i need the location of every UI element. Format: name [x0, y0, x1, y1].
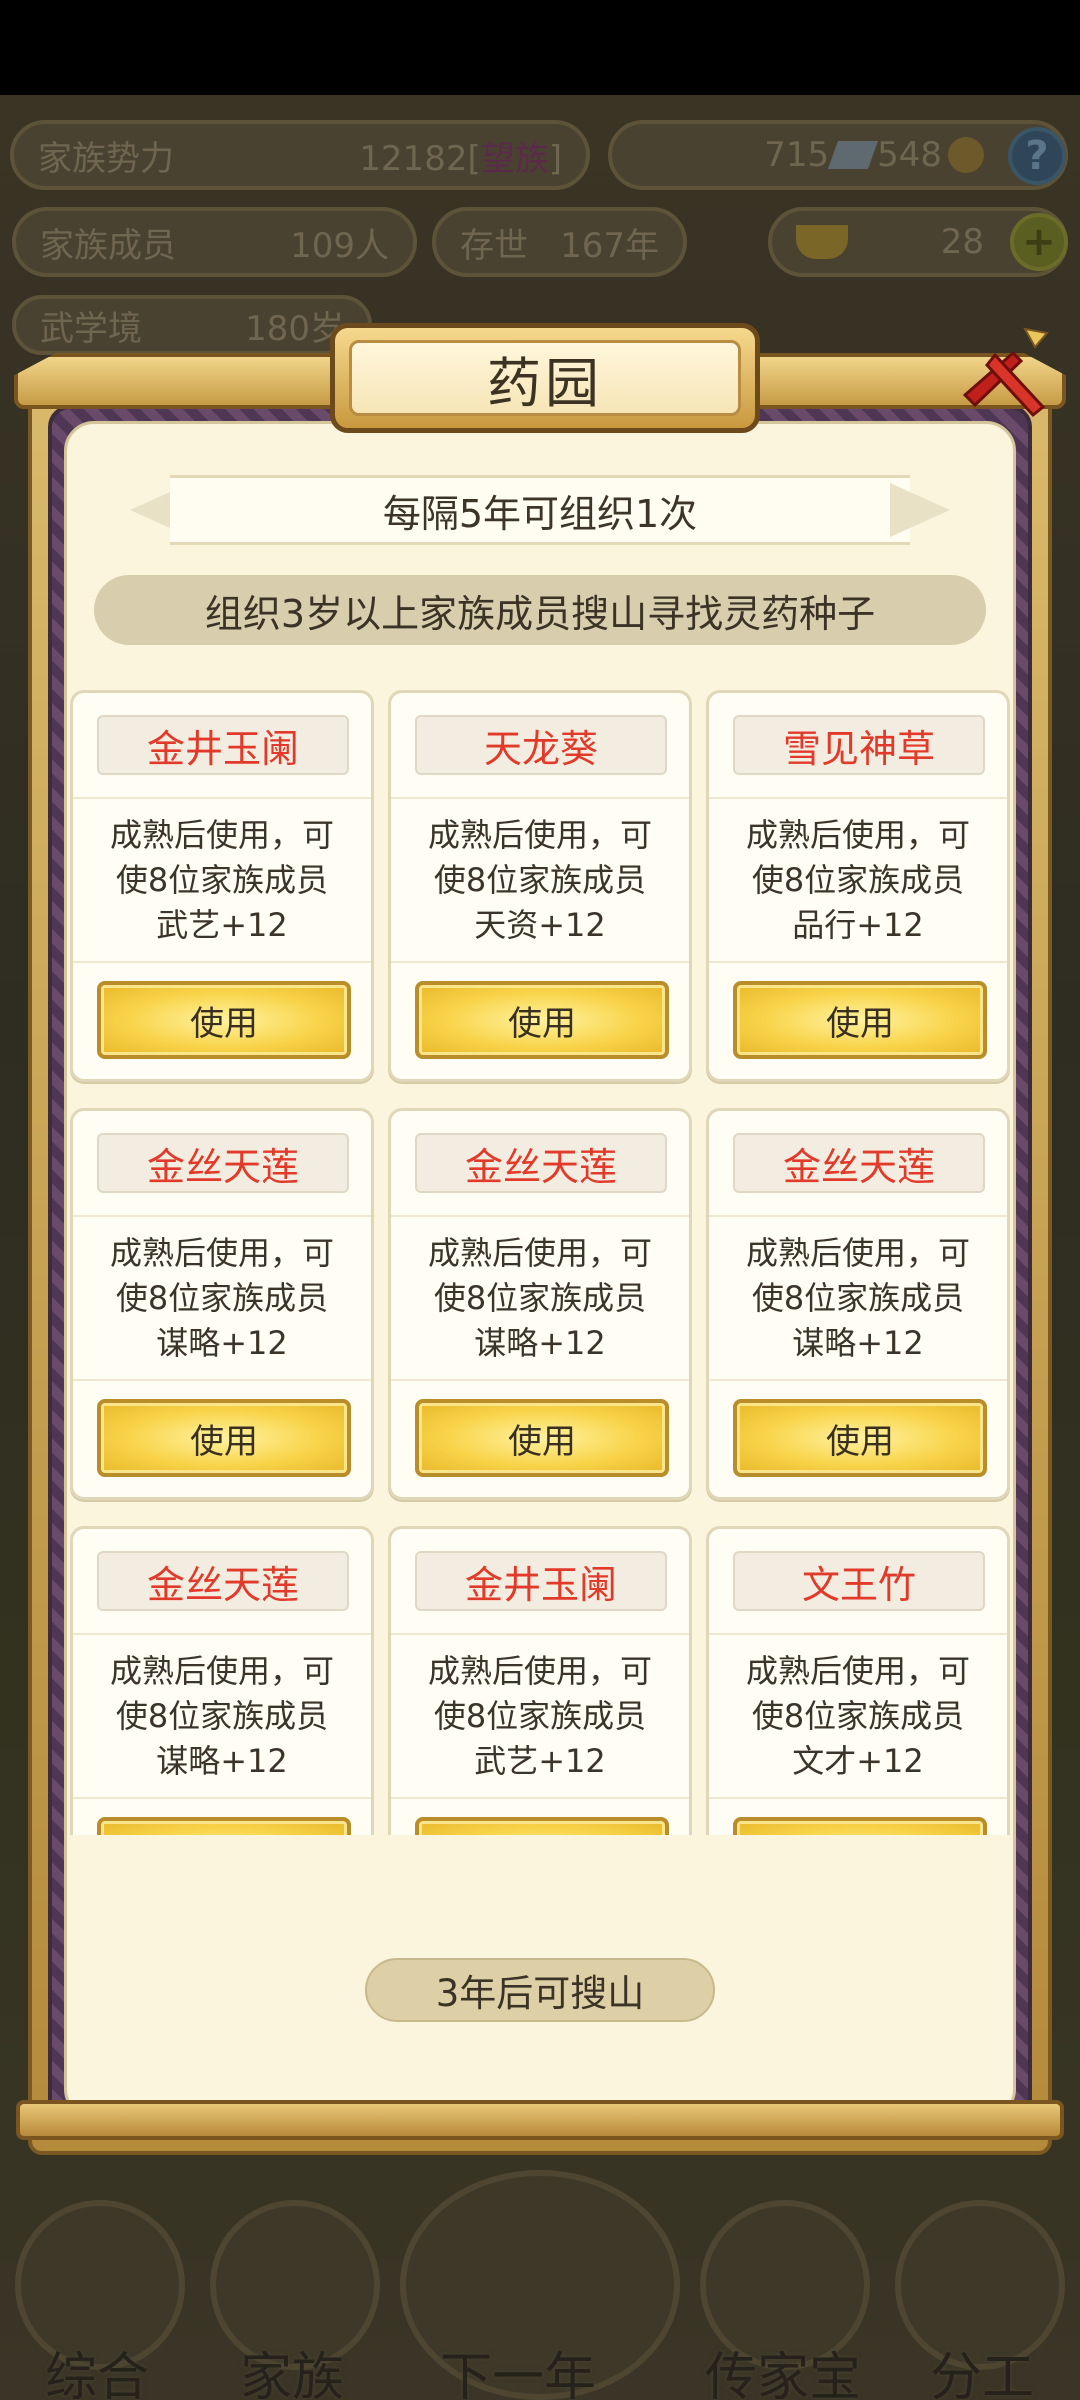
use-button[interactable]: 使用: [733, 1817, 987, 1835]
resource-b-value: 548: [877, 135, 942, 175]
herb-card: 金丝天莲 成熟后使用，可 使8位家族成员 谋略+12 使用: [388, 1108, 692, 1500]
description-pill: 组织3岁以上家族成员搜山寻找灵药种子: [94, 575, 986, 645]
silver-ingot-icon: [827, 141, 879, 169]
close-icon[interactable]: [955, 325, 1051, 425]
herb-description: 成熟后使用，可 使8位家族成员 天资+12: [427, 816, 652, 944]
nav-next-year-label: 下一年: [440, 2348, 597, 2400]
herb-name: 金丝天莲: [733, 1133, 985, 1193]
clan-power-value: 12182[望族]: [359, 138, 562, 179]
use-button[interactable]: 使用: [733, 1399, 987, 1477]
years-label: 存世: [460, 225, 528, 266]
frequency-text: 每隔5年可组织1次: [382, 491, 698, 536]
herb-name: 金丝天莲: [415, 1133, 667, 1193]
herb-description: 成熟后使用，可 使8位家族成员 武艺+12: [109, 816, 334, 944]
herb-description: 成熟后使用，可 使8位家族成员 谋略+12: [109, 1652, 334, 1780]
use-button[interactable]: 使用: [97, 981, 351, 1059]
herb-name: 金丝天莲: [97, 1133, 349, 1193]
add-icon[interactable]: +: [1010, 213, 1068, 271]
dialog-title: 药园: [487, 351, 603, 415]
years-pill: 存世 167年: [432, 207, 687, 277]
herb-description: 成熟后使用，可 使8位家族成员 武艺+12: [427, 1652, 652, 1780]
herb-card: 文王竹 成熟后使用，可 使8位家族成员 文才+12 使用: [706, 1526, 1010, 1835]
use-button[interactable]: 使用: [97, 1399, 351, 1477]
herb-name: 金丝天莲: [97, 1551, 349, 1611]
herb-description: 成熟后使用，可 使8位家族成员 文才+12: [745, 1652, 970, 1780]
herb-list[interactable]: 金井玉阑 成熟后使用，可 使8位家族成员 武艺+12 使用 天龙葵 成熟后使用，…: [64, 690, 1016, 1835]
herb-card: 雪见神草 成熟后使用，可 使8位家族成员 品行+12 使用: [706, 690, 1010, 1082]
clan-power-label: 家族势力: [38, 138, 174, 179]
herb-description: 成熟后使用，可 使8位家族成员 谋略+12: [427, 1234, 652, 1362]
use-button[interactable]: 使用: [415, 981, 669, 1059]
resource-a-value: 715: [764, 135, 830, 175]
use-button[interactable]: 使用: [415, 1399, 669, 1477]
clan-rank-tag: 望族: [480, 138, 549, 179]
martial-label: 武学境: [40, 308, 142, 349]
herb-card: 金井玉阑 成熟后使用，可 使8位家族成员 武艺+12 使用: [70, 690, 374, 1082]
herb-name: 金井玉阑: [97, 715, 349, 775]
herb-card: 金井玉阑 成熟后使用，可 使8位家族成员 武艺+12 使用: [388, 1526, 692, 1835]
nav-general-label: 综合: [45, 2348, 150, 2400]
members-value: 109人: [290, 225, 389, 266]
herb-card: 金丝天莲 成熟后使用，可 使8位家族成员 谋略+12 使用: [70, 1108, 374, 1500]
nav-heirloom-label: 传家宝: [705, 2348, 862, 2400]
herb-name: 天龙葵: [415, 715, 667, 775]
members-label: 家族成员: [40, 225, 176, 266]
nav-division-label: 分工: [930, 2348, 1035, 2400]
herb-name: 金井玉阑: [415, 1551, 667, 1611]
herb-card: 天龙葵 成熟后使用，可 使8位家族成员 天资+12 使用: [388, 690, 692, 1082]
bottom-nav: 综合 家族 下一年 传家宝 分工: [0, 2160, 1080, 2400]
use-button[interactable]: 使用: [733, 981, 987, 1059]
use-button[interactable]: 使用: [97, 1817, 351, 1835]
herb-card: 金丝天莲 成熟后使用，可 使8位家族成员 谋略+12 使用: [70, 1526, 374, 1835]
status-bar: [0, 0, 1080, 95]
gold-value: 28: [940, 222, 984, 262]
herb-description: 成熟后使用，可 使8位家族成员 谋略+12: [745, 1234, 970, 1362]
copper-coin-icon: [948, 137, 984, 173]
herb-description: 成熟后使用，可 使8位家族成员 谋略+12: [109, 1234, 334, 1362]
clan-power-pill: 家族势力 12182[望族]: [10, 120, 590, 190]
use-button[interactable]: 使用: [415, 1817, 669, 1835]
herb-description: 成熟后使用，可 使8位家族成员 品行+12: [745, 816, 970, 944]
gold-ingot-icon: [796, 225, 848, 259]
resource-pill: 715 548: [608, 120, 1068, 190]
nav-clan-label: 家族: [240, 2348, 345, 2400]
years-value: 167年: [560, 225, 659, 266]
herb-name: 文王竹: [733, 1551, 985, 1611]
search-cooldown-status: 3年后可搜山: [365, 1958, 715, 2022]
herb-garden-dialog: 药园 每隔5年可组织1次 组织3岁以上家族成员搜山寻找灵药种子 金井玉阑 成熟后…: [14, 323, 1066, 2160]
herb-card: 金丝天莲 成熟后使用，可 使8位家族成员 谋略+12 使用: [706, 1108, 1010, 1500]
dialog-bottom-beam: [16, 2100, 1064, 2140]
dialog-title-plaque: 药园: [330, 323, 760, 433]
help-icon[interactable]: ?: [1008, 127, 1066, 185]
frequency-banner: 每隔5年可组织1次: [130, 475, 950, 545]
members-pill: 家族成员 109人: [12, 207, 417, 277]
herb-name: 雪见神草: [733, 715, 985, 775]
